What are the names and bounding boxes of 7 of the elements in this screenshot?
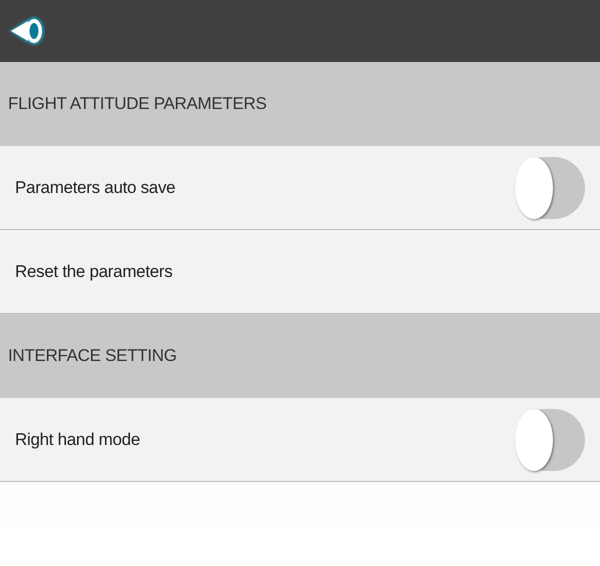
section-header: INTERFACE SETTING: [8, 345, 177, 368]
setting-label: Parameters auto save: [15, 176, 176, 199]
setting-item[interactable]: Reset the parameters: [15, 258, 172, 284]
section-header: FLIGHT ATTITUDE PARAMETERS: [8, 93, 267, 116]
toggle-switch[interactable]: [515, 156, 585, 218]
toggle-switch[interactable]: [515, 408, 585, 470]
setting-label: Right hand mode: [15, 428, 140, 451]
